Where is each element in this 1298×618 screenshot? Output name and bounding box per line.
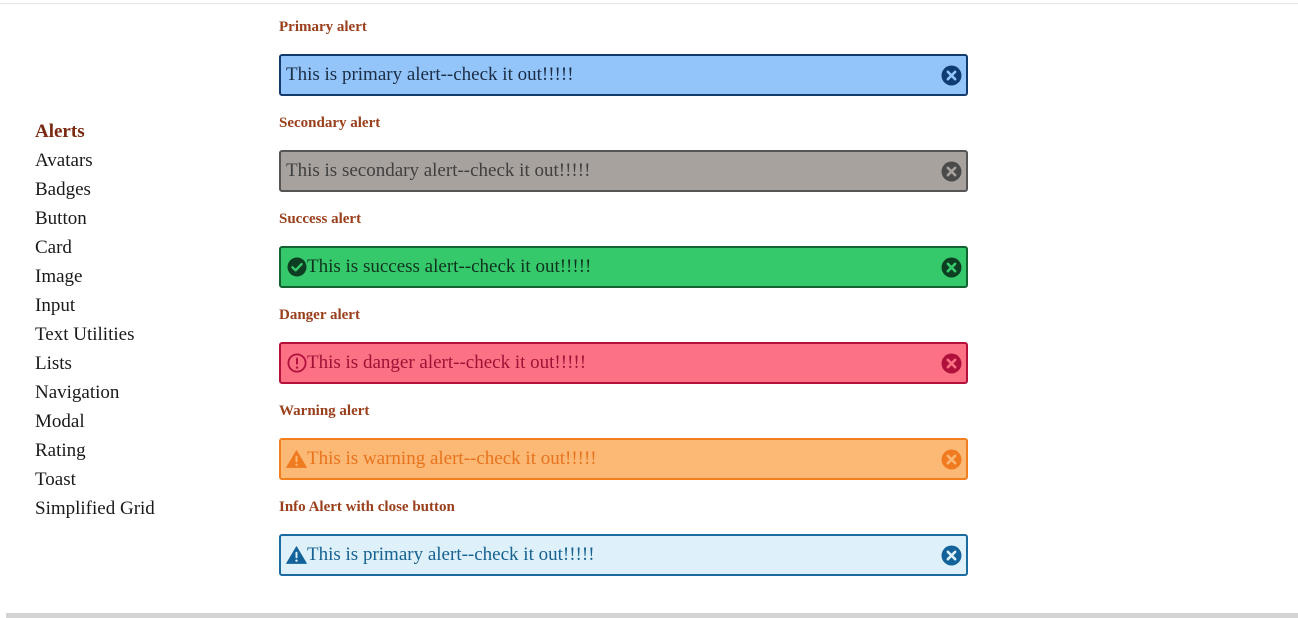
sidebar-item-image[interactable]: Image (35, 262, 235, 291)
sidebar-item-modal[interactable]: Modal (35, 407, 235, 436)
sidebar-nav: Alerts Avatars Badges Button Card Image … (35, 117, 235, 523)
alert-message: This is primary alert--check it out!!!!! (286, 64, 574, 85)
section-title: Secondary alert (279, 115, 381, 131)
sidebar-item-badges[interactable]: Badges (35, 175, 235, 204)
alert-message: This is success alert--check it out!!!!! (307, 256, 592, 277)
close-button[interactable] (941, 545, 962, 566)
x-circle-icon (941, 353, 962, 374)
sidebar-item-alerts[interactable]: Alerts (35, 117, 235, 146)
success-alert: This is success alert--check it out!!!!! (279, 246, 968, 288)
sidebar-item-text-utilities[interactable]: Text Utilities (35, 320, 235, 349)
sidebar-item-toast[interactable]: Toast (35, 465, 235, 494)
sidebar-item-input[interactable]: Input (35, 291, 235, 320)
check-circle-icon (286, 257, 307, 278)
section-title: Primary alert (279, 19, 367, 35)
horizontal-scrollbar[interactable] (6, 613, 1298, 618)
warning-triangle-icon (286, 449, 307, 470)
alert-message: This is secondary alert--check it out!!!… (286, 160, 591, 181)
x-circle-icon (941, 449, 962, 470)
sidebar-item-simplified-grid[interactable]: Simplified Grid (35, 494, 235, 523)
close-button[interactable] (941, 449, 962, 470)
close-button[interactable] (941, 161, 962, 182)
close-button[interactable] (941, 257, 962, 278)
primary-alert: This is primary alert--check it out!!!!! (279, 54, 968, 96)
sidebar-item-navigation[interactable]: Navigation (35, 378, 235, 407)
section-title: Info Alert with close button (279, 499, 455, 515)
exclamation-circle-icon (286, 353, 307, 374)
x-circle-icon (941, 545, 962, 566)
top-divider (0, 3, 1298, 4)
x-circle-icon (941, 257, 962, 278)
x-circle-icon (941, 65, 962, 86)
alert-message: This is warning alert--check it out!!!!! (307, 448, 597, 469)
section-title: Warning alert (279, 403, 370, 419)
alert-message: This is danger alert--check it out!!!!! (307, 352, 587, 373)
sidebar-item-button[interactable]: Button (35, 204, 235, 233)
section-title: Success alert (279, 211, 362, 227)
warning-alert: This is warning alert--check it out!!!!! (279, 438, 968, 480)
alert-message: This is primary alert--check it out!!!!! (307, 544, 595, 565)
close-button[interactable] (941, 65, 962, 86)
sidebar-item-rating[interactable]: Rating (35, 436, 235, 465)
sidebar-item-card[interactable]: Card (35, 233, 235, 262)
sidebar-item-avatars[interactable]: Avatars (35, 146, 235, 175)
section-title: Danger alert (279, 307, 360, 323)
info-alert: This is primary alert--check it out!!!!! (279, 534, 968, 576)
close-button[interactable] (941, 353, 962, 374)
x-circle-icon (941, 161, 962, 182)
sidebar-item-lists[interactable]: Lists (35, 349, 235, 378)
secondary-alert: This is secondary alert--check it out!!!… (279, 150, 968, 192)
warning-triangle-icon (286, 545, 307, 566)
danger-alert: This is danger alert--check it out!!!!! (279, 342, 968, 384)
